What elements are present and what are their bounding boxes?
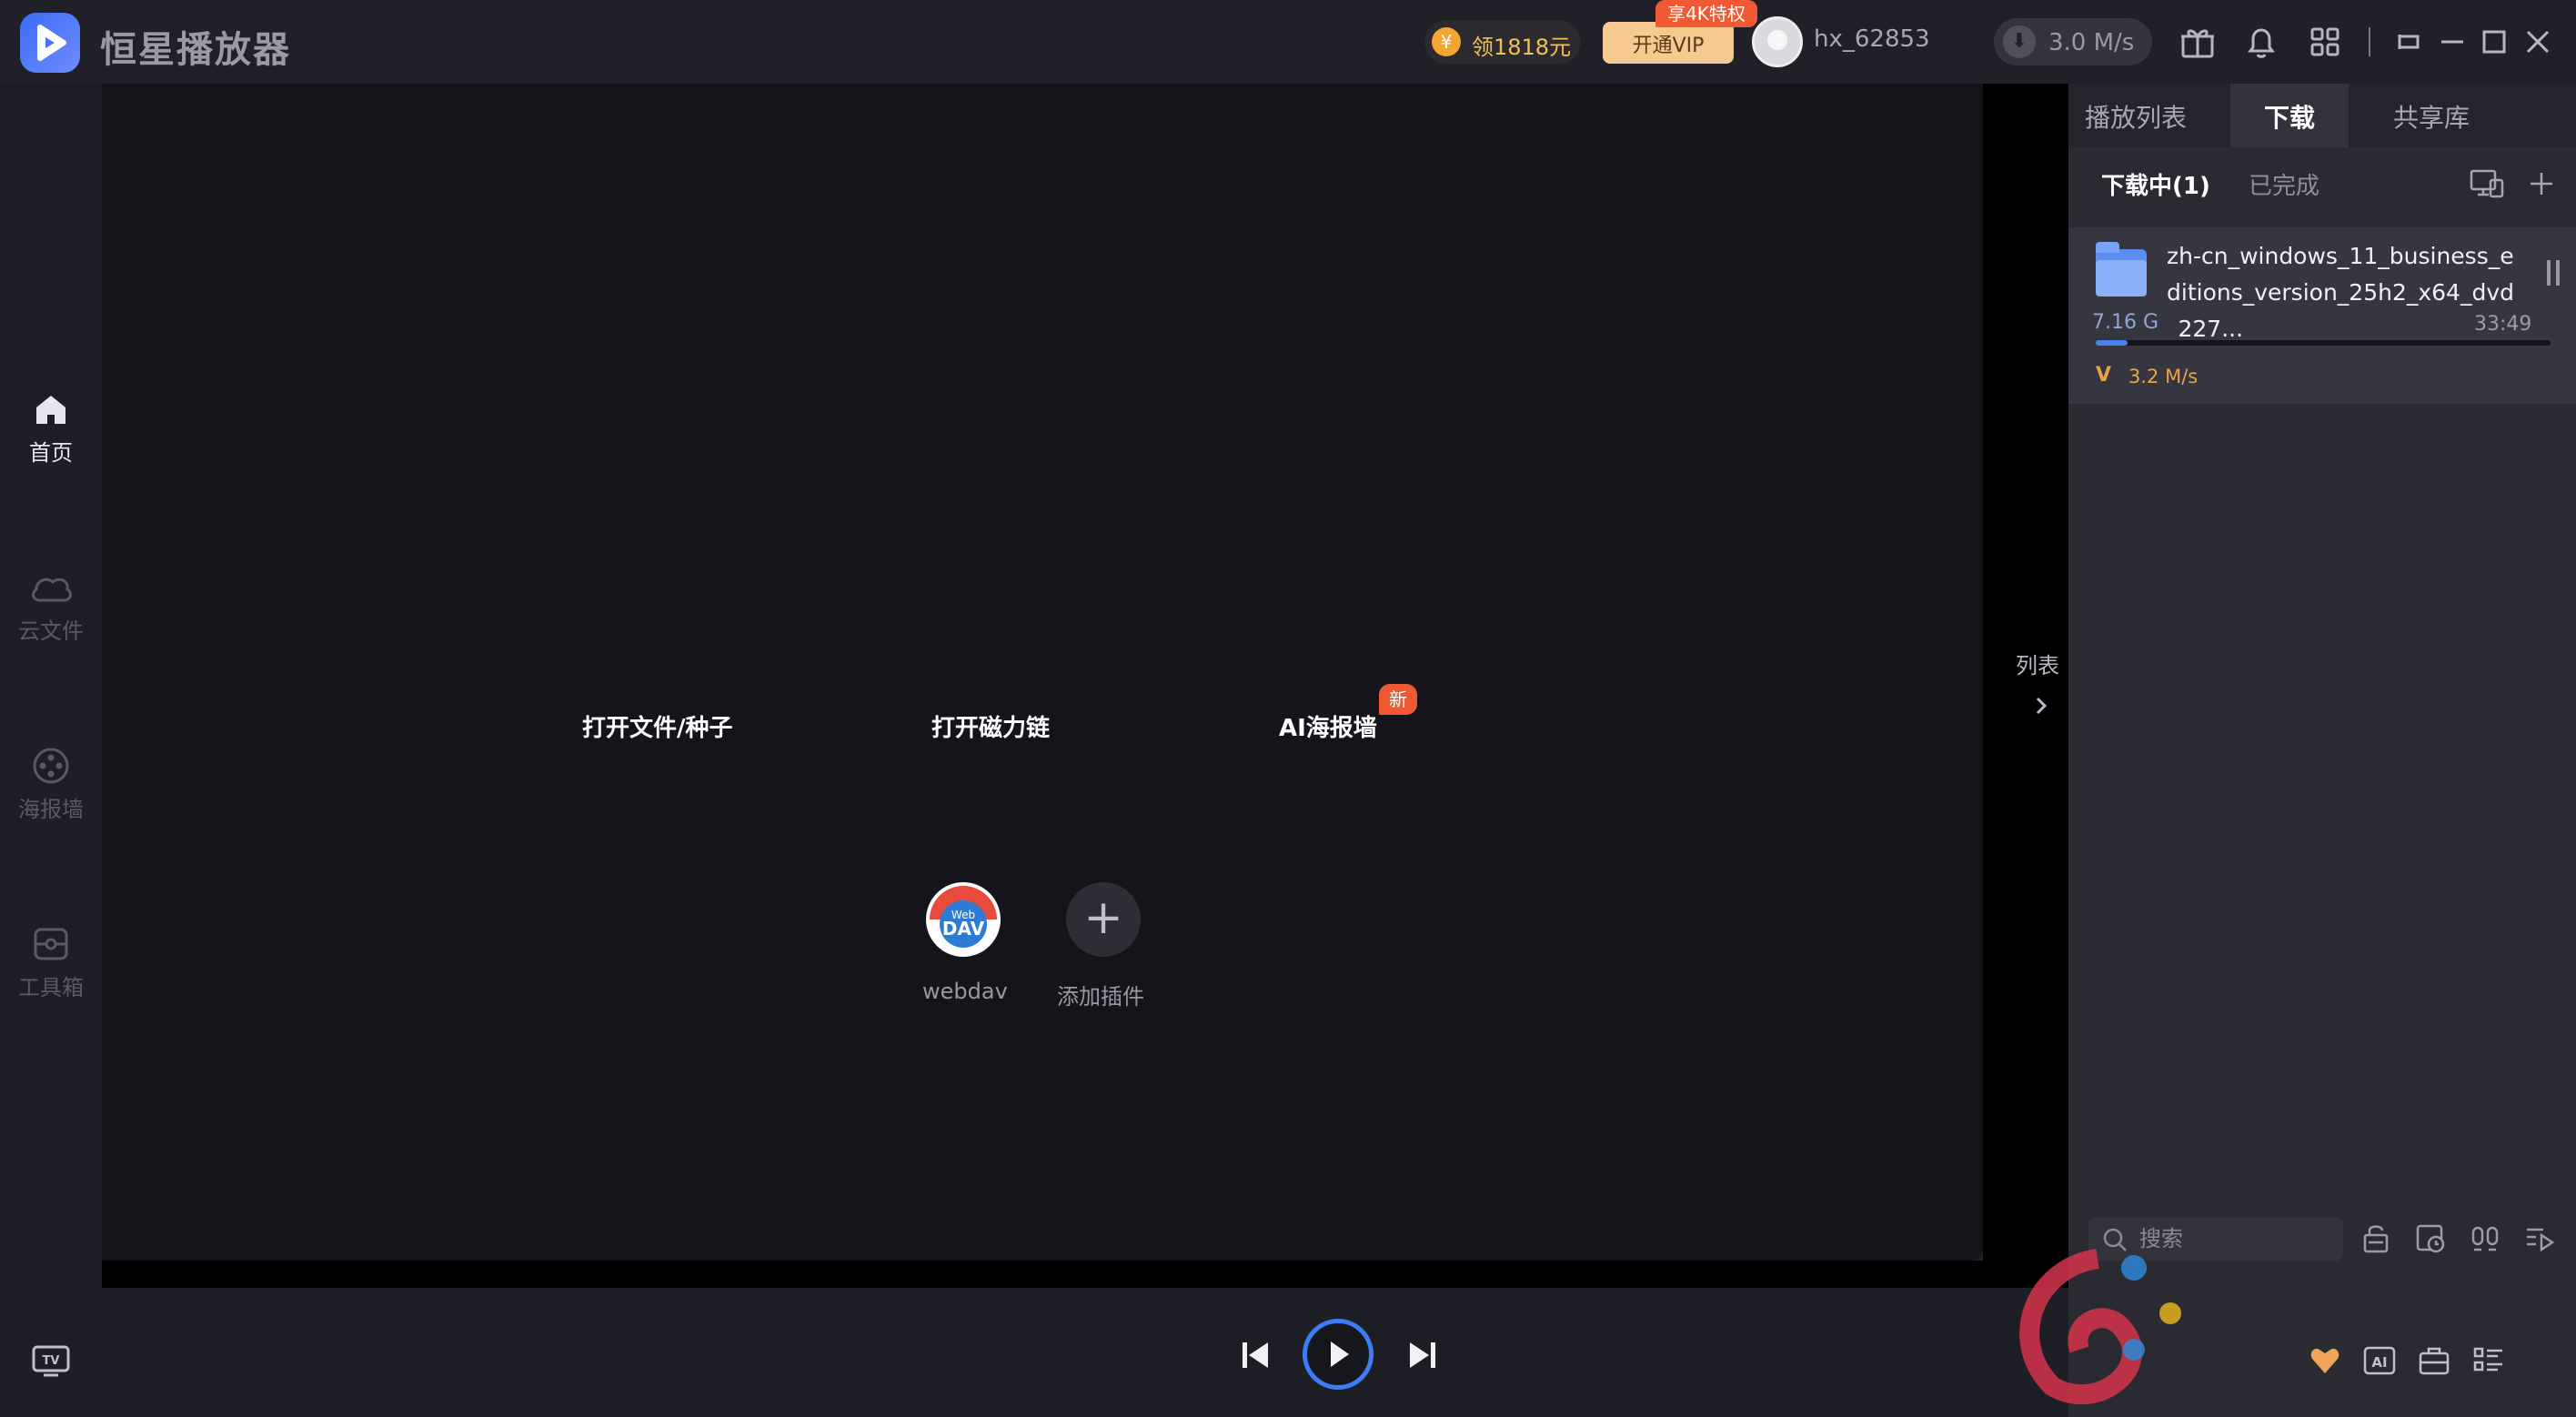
home-icon [36,396,65,424]
avatar[interactable] [1752,16,1803,67]
download-progress-fill [2096,340,2128,346]
list-view-icon[interactable] [2470,1342,2507,1379]
download-item[interactable]: zh-cn_windows_11_business_editions_versi… [2068,227,2576,404]
toolbox-icon [34,928,68,960]
bell-icon[interactable] [2241,22,2281,62]
nav-label-cloud: 云文件 [18,618,84,644]
download-arrow-icon: ⬇ [2003,25,2036,58]
download-size: 7.16 G [2092,311,2159,334]
film-reel-icon [33,748,69,784]
remote-device-icon[interactable] [2469,166,2505,202]
speed-indicator[interactable]: ⬇ 3.0 M/s [1994,18,2152,65]
skip-previous-icon [1243,1342,1268,1368]
subtab-downloading[interactable]: 下载中(1) [2101,167,2210,201]
app-logo [20,13,80,73]
ai-icon[interactable]: AI [2361,1342,2398,1379]
player-side-strip [1983,84,2068,1288]
tv-icon[interactable]: TV [31,1342,71,1379]
folder-icon [2096,242,2147,296]
nav-item-poster-wall[interactable]: 海报墙 [0,746,102,846]
left-nav: 首页 云文件 海报墙 工具箱 TV [0,84,102,1417]
search-icon [2103,1228,2127,1251]
download-progress-track [2096,340,2551,346]
cloud-icon [32,578,72,602]
svg-text:TV: TV [43,1354,60,1368]
player-bottom-bar [102,1261,2068,1288]
open-file-torrent-button[interactable]: 打开文件/种子 [582,709,733,743]
minimize-icon[interactable] [2432,22,2472,62]
ai-poster-wall-button[interactable]: AI海报墙 [1279,709,1377,743]
right-panel: 播放列表 下载 共享库 下载中(1) 已完成 zh-cn_windows_11_… [2068,84,2576,1417]
nav-item-toolbox[interactable]: 工具箱 [0,924,102,1024]
title-bar: 恒星播放器 ¥ 领1818元 开通VIP 享4K特权 hx_62853 ⬇ 3.… [0,0,2576,84]
briefcase-icon[interactable] [2416,1342,2452,1379]
play-button[interactable] [1303,1319,1374,1390]
coin-offer-button[interactable]: ¥ 领1818元 [1424,20,1581,64]
vip-speed-icon: V [2096,364,2112,387]
vip-badge: 享4K特权 [1655,0,1757,27]
tab-download[interactable]: 下载 [2230,84,2349,147]
nav-label-toolbox: 工具箱 [18,975,84,1000]
nav-item-cloud[interactable]: 云文件 [0,568,102,668]
history-icon[interactable] [2412,1221,2449,1257]
coin-icon: ¥ [1432,27,1461,56]
skip-next-icon [1410,1342,1435,1368]
coin-offer-label: 领1818元 [1472,35,1572,60]
username[interactable]: hx_62853 [1814,25,1930,53]
nav-item-home[interactable]: 首页 [0,389,102,489]
search-box[interactable] [2088,1217,2343,1261]
chevron-right-icon[interactable] [2032,693,2050,719]
video-player-area[interactable] [102,84,1983,1261]
download-speed: 3.2 M/s [2128,366,2199,387]
add-plugin-label: 添加插件 [1057,984,1144,1010]
speed-label: 3.0 M/s [2048,29,2135,56]
webdav-plugin-label: webdav [922,979,1008,1004]
app-brand: 恒星播放器 [100,29,291,71]
list-toggle-label[interactable]: 列表 [2016,648,2059,679]
download-filename: zh-cn_windows_11_business_editions_versi… [2167,243,2514,342]
maximize-icon[interactable] [2474,22,2514,62]
add-plugin-button[interactable]: + [1066,882,1141,957]
apps-grid-icon[interactable] [2305,22,2345,62]
app-window: 恒星播放器 ¥ 领1818元 开通VIP 享4K特权 hx_62853 ⬇ 3.… [0,0,2576,1417]
svg-text:AI: AI [2371,1354,2387,1371]
footprint-icon[interactable] [2467,1221,2503,1257]
play-logo-icon [37,25,66,61]
add-download-icon[interactable] [2523,166,2560,202]
mini-mode-icon[interactable] [2389,22,2429,62]
plus-icon: + [1083,890,1123,945]
open-magnet-button[interactable]: 打开磁力链 [931,709,1050,743]
tab-shared-library[interactable]: 共享库 [2363,84,2500,147]
search-input[interactable] [2139,1222,2330,1255]
heart-diamond-icon[interactable] [2307,1342,2343,1379]
play-list-icon[interactable] [2521,1221,2558,1257]
webdav-dav-text: DAV [942,918,985,940]
tab-playlist[interactable]: 播放列表 [2068,84,2203,147]
webdav-plugin-button[interactable]: Web DAV [926,882,1001,957]
download-time-left: 33:49 [2474,313,2532,336]
vip-button[interactable]: 开通VIP [1603,22,1734,64]
lock-icon[interactable] [2358,1221,2394,1257]
titlebar-divider [2369,27,2370,56]
right-panel-tabs: 播放列表 下载 共享库 [2068,84,2576,147]
webdav-icon: Web DAV [928,884,999,955]
nav-label-home: 首页 [29,440,73,466]
pause-icon[interactable] [2547,260,2561,286]
subtab-completed[interactable]: 已完成 [2249,167,2319,201]
new-badge: 新 [1379,684,1417,715]
close-icon[interactable] [2518,22,2558,62]
next-button[interactable] [1406,1337,1439,1373]
nav-label-poster-wall: 海报墙 [18,797,84,822]
previous-button[interactable] [1239,1337,1272,1373]
gift-icon[interactable] [2178,22,2218,62]
play-icon [1331,1342,1349,1367]
